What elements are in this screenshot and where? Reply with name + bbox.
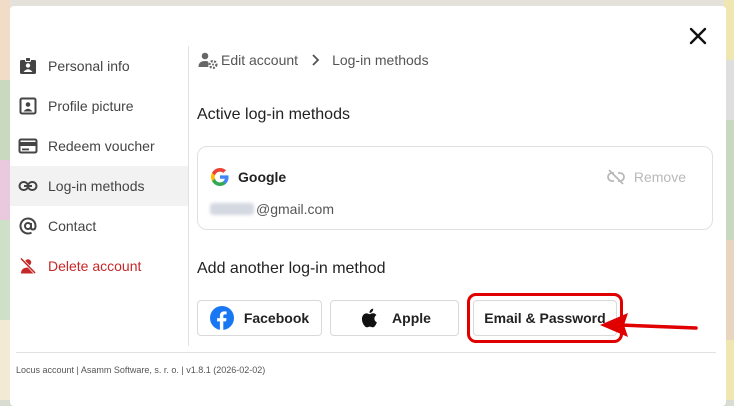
main-content: Edit account Log-in methods Active log-i… [197,46,717,343]
facebook-label: Facebook [243,310,310,326]
redacted-email-user [210,203,254,215]
sidebar-item-log-in-methods[interactable]: Log-in methods [10,166,188,206]
email-password-button[interactable]: Email & Password [473,300,617,336]
voucher-icon [18,136,38,156]
map-strip-left [0,0,10,400]
add-method-options: Facebook Apple Email & Password [197,293,623,343]
sidebar-item-contact[interactable]: Contact [10,206,188,246]
id-badge-icon [18,56,38,76]
at-icon [18,216,38,236]
google-method-card: Google @gmail.com Remove [197,146,713,230]
remove-button[interactable]: Remove [606,167,686,187]
sidebar-item-label: Log-in methods [48,178,145,194]
breadcrumb-parent[interactable]: Edit account [221,52,298,68]
facebook-button[interactable]: Facebook [197,300,322,336]
sidebar-item-label: Contact [48,218,97,234]
breadcrumb: Edit account Log-in methods [197,46,717,74]
sidebar: Personal info Profile picture Redeem vou… [10,46,188,286]
email-domain: @gmail.com [256,201,335,217]
footer-divider [16,352,716,353]
annotation-arrow [600,313,698,337]
google-icon [211,168,229,186]
unlink-icon [606,169,625,185]
link-icon [18,176,38,196]
sidebar-item-redeem-voucher[interactable]: Redeem voucher [10,126,188,166]
add-method-title: Add another log-in method [197,260,386,277]
remove-label: Remove [633,169,686,185]
apple-button[interactable]: Apple [330,300,459,336]
sidebar-item-label: Delete account [48,258,142,274]
linked-email: @gmail.com [210,201,334,217]
footer-text: Locus account | Asamm Software, s. r. o.… [16,365,266,375]
sidebar-item-label: Personal info [48,58,130,74]
apple-label: Apple [392,310,431,326]
person-remove-icon [18,256,38,276]
chevron-right-icon [312,54,320,66]
sidebar-divider [188,46,189,346]
account-dialog: Personal info Profile picture Redeem vou… [10,6,726,406]
close-icon [689,27,707,45]
close-button[interactable] [686,24,710,48]
facebook-icon [209,306,234,330]
sidebar-item-delete-account[interactable]: Delete account [10,246,188,286]
portrait-icon [18,96,38,116]
provider-header: Google [210,167,286,187]
manage-account-icon [198,52,218,70]
provider-name: Google [238,169,287,185]
sidebar-item-label: Profile picture [48,98,134,114]
sidebar-item-label: Redeem voucher [48,138,155,154]
sidebar-item-profile-picture[interactable]: Profile picture [10,86,188,126]
breadcrumb-current: Log-in methods [332,52,429,68]
sidebar-item-personal-info[interactable]: Personal info [10,46,188,86]
email-password-label: Email & Password [484,310,606,326]
active-methods-title: Active log-in methods [197,106,350,123]
apple-icon [361,308,377,328]
